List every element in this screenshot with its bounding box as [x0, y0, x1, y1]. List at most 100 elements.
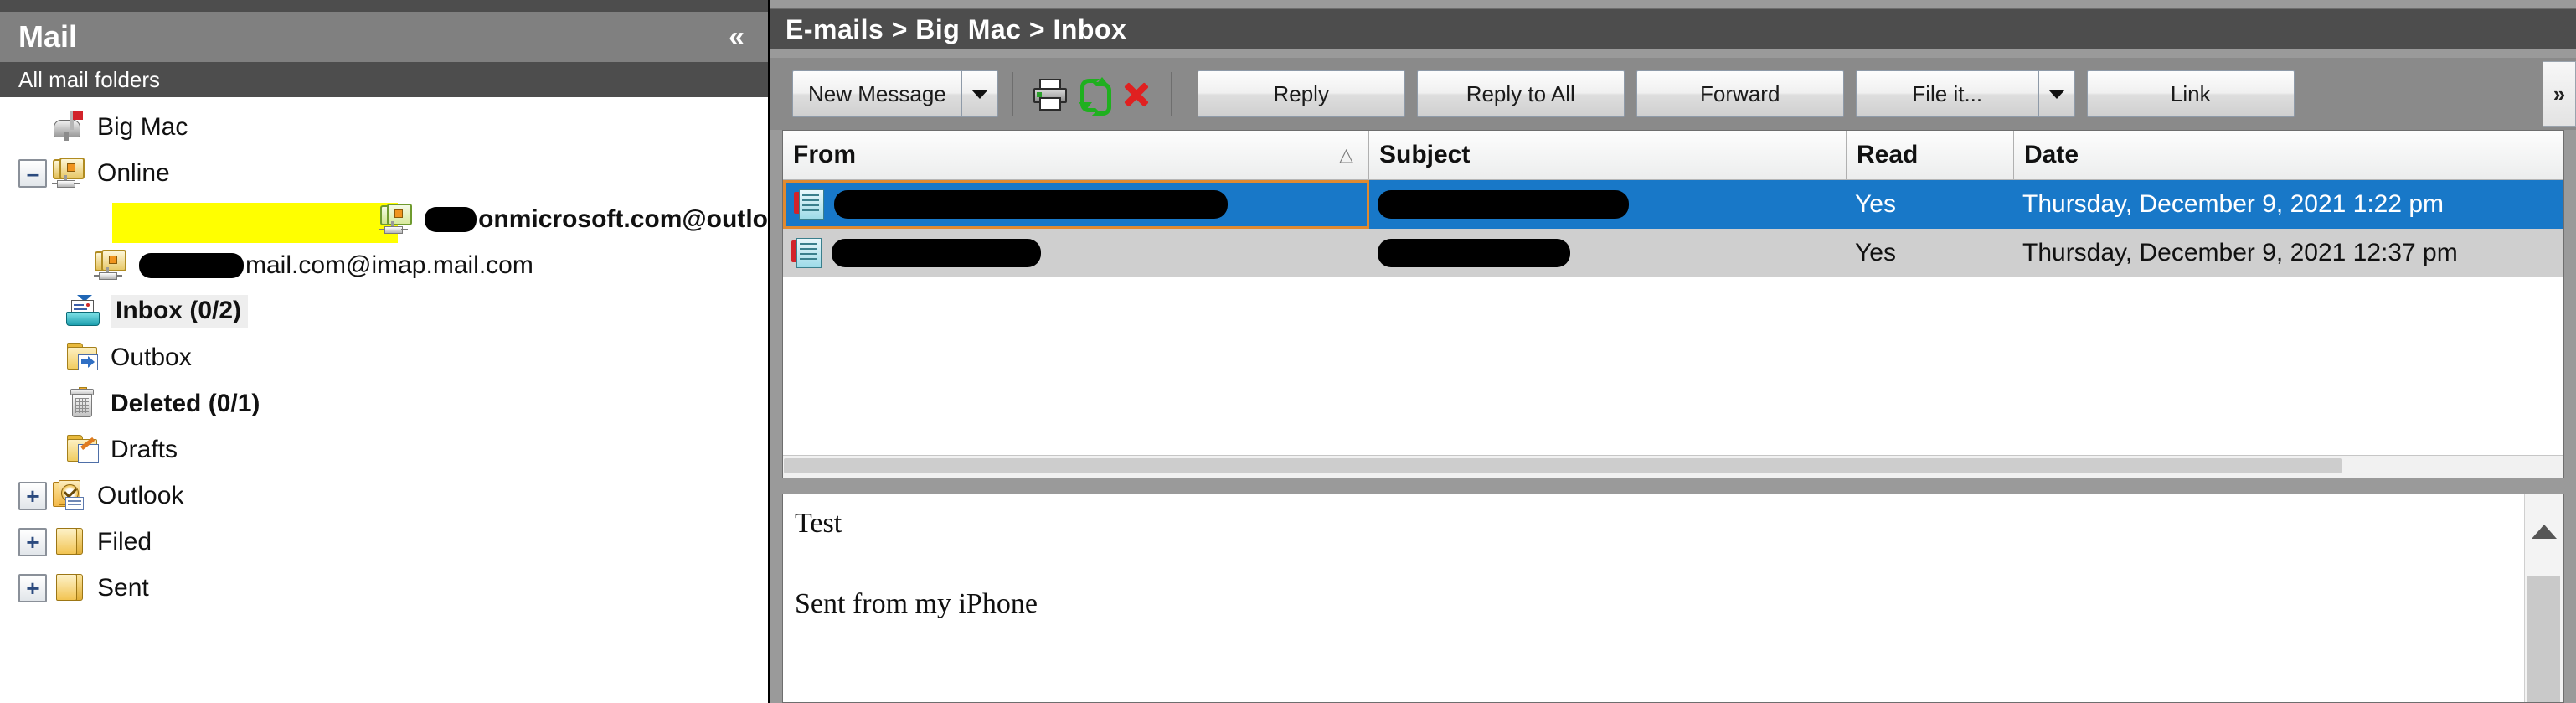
new-message-dropdown-button[interactable]	[961, 70, 998, 117]
list-preview-splitter[interactable]	[770, 478, 2576, 494]
tree-item-label: Drafts	[111, 435, 178, 463]
message-preview-pane: Test Sent from my iPhone	[782, 494, 2564, 703]
tree-item-inbox[interactable]: Inbox (0/2)	[0, 288, 768, 334]
reply-button[interactable]: Reply	[1197, 70, 1405, 117]
toolbar-overflow-button[interactable]: »	[2543, 61, 2576, 127]
preview-line-2: Sent from my iPhone	[795, 588, 1038, 619]
twisty-expand-icon[interactable]: +	[18, 481, 47, 510]
tree-item-filed[interactable]: + Filed	[0, 519, 768, 565]
outlook-icon	[52, 479, 89, 513]
trash-icon	[65, 386, 102, 421]
link-button[interactable]: Link	[2086, 70, 2295, 117]
redacted-account-name	[139, 252, 244, 278]
all-mail-folders-header: All mail folders	[0, 62, 768, 97]
redacted-sender	[832, 239, 1041, 267]
server-icon-green	[379, 203, 416, 236]
cell-from	[783, 180, 1369, 229]
plain-folder-icon	[52, 525, 89, 559]
message-list-header: From △ Subject Read Date	[783, 131, 2563, 180]
tree-item-account-onmicrosoft[interactable]: onmicrosoft.com@outlo	[0, 196, 768, 243]
message-list-horizontal-scrollbar[interactable]	[783, 455, 2563, 478]
forward-button[interactable]: Forward	[1636, 70, 1844, 117]
twisty-placeholder	[18, 113, 47, 142]
tree-item-online[interactable]: – Online	[0, 150, 768, 196]
inbox-icon	[65, 294, 102, 328]
twisty-collapse-icon[interactable]: –	[18, 158, 47, 188]
cell-subject	[1369, 180, 1847, 229]
drafts-folder-icon	[65, 433, 102, 467]
twisty-expand-icon[interactable]: +	[18, 573, 47, 602]
scrollbar-thumb[interactable]	[784, 458, 2342, 473]
tree-item-label: Sent	[97, 573, 149, 602]
tree-item-big-mac[interactable]: Big Mac	[0, 104, 768, 150]
new-message-button[interactable]: New Message	[792, 70, 961, 117]
mailbox-icon	[52, 111, 89, 144]
column-header-date[interactable]: Date	[2014, 131, 2563, 179]
tree-item-deleted[interactable]: Deleted (0/1)	[0, 380, 768, 426]
outbox-folder-icon	[65, 341, 102, 375]
cell-read: Yes	[1855, 190, 1896, 218]
column-header-subject[interactable]: Subject	[1369, 131, 1847, 179]
yellow-highlight-marker	[112, 202, 399, 243]
message-preview-body: Test Sent from my iPhone	[783, 494, 2524, 702]
preview-line-1: Test	[795, 508, 842, 539]
mail-navigator-panel: Mail « All mail folders Big Mac – Online…	[0, 0, 770, 703]
cell-read: Yes	[1855, 239, 1896, 266]
sync-arrows-icon	[1075, 77, 1111, 116]
printer-icon	[1032, 79, 1067, 111]
chevron-double-left-icon[interactable]: «	[724, 23, 750, 51]
tree-item-label: Filed	[97, 527, 152, 556]
left-panel-top-strip	[0, 0, 768, 12]
caret-down-icon	[2048, 89, 2065, 99]
cell-subject	[1369, 229, 1847, 277]
caret-down-icon	[971, 89, 988, 99]
scrollbar-thumb[interactable]	[2527, 576, 2560, 702]
message-list: From △ Subject Read Date Yes Thursday, D…	[782, 130, 2564, 478]
tree-item-label: mail.com@imap.mail.com	[245, 251, 533, 279]
reply-all-button[interactable]: Reply to All	[1416, 70, 1625, 117]
tree-item-drafts[interactable]: Drafts	[0, 426, 768, 473]
cell-date: Thursday, December 9, 2021 1:22 pm	[2022, 190, 2445, 218]
column-header-from[interactable]: From △	[783, 131, 1369, 179]
file-it-dropdown-button[interactable]	[2038, 70, 2075, 117]
message-flagged-icon	[791, 236, 823, 270]
all-mail-folders-label: All mail folders	[18, 67, 161, 92]
preview-vertical-scrollbar[interactable]	[2524, 494, 2563, 702]
tree-item-label: onmicrosoft.com@outlo	[478, 204, 768, 233]
tree-item-label: Deleted (0/1)	[111, 389, 260, 417]
file-it-button[interactable]: File it...	[1855, 70, 2038, 117]
tree-item-account-imap[interactable]: mail.com@imap.mail.com	[0, 242, 768, 288]
sync-button[interactable]	[1070, 70, 1114, 117]
redacted-account-name	[425, 206, 477, 232]
red-x-icon	[1119, 77, 1152, 111]
column-header-read[interactable]: Read	[1847, 131, 2014, 179]
right-panel-top-strip	[770, 0, 2576, 9]
tree-item-label: Big Mac	[97, 112, 188, 141]
table-row[interactable]: Yes Thursday, December 9, 2021 12:37 pm	[783, 229, 2563, 277]
server-icon	[94, 249, 131, 282]
tree-item-outlook[interactable]: + Outlook	[0, 473, 768, 519]
tree-item-label: Outbox	[111, 343, 192, 371]
message-list-rows: Yes Thursday, December 9, 2021 1:22 pm Y…	[783, 180, 2563, 455]
sort-ascending-icon: △	[1339, 144, 1353, 165]
plain-folder-icon	[52, 571, 89, 605]
mail-panel-titlebar: Mail «	[0, 12, 768, 62]
print-button[interactable]	[1027, 70, 1070, 117]
mail-application-window: Mail « All mail folders Big Mac – Online…	[0, 0, 2576, 703]
message-list-container: From △ Subject Read Date Yes Thursday, D…	[770, 130, 2576, 478]
twisty-expand-icon[interactable]: +	[18, 527, 47, 556]
cell-from	[783, 229, 1369, 277]
toolbar-separator	[1170, 72, 1172, 116]
tree-item-label: Inbox (0/2)	[111, 295, 249, 328]
toolbar-separator	[1011, 72, 1013, 116]
tree-item-sent[interactable]: + Sent	[0, 565, 768, 611]
breadcrumb-text: E-mails > Big Mac > Inbox	[786, 14, 1127, 44]
mail-content-panel: E-mails > Big Mac > Inbox New Message Re…	[770, 0, 2576, 703]
scroll-up-arrow-icon[interactable]	[2532, 525, 2557, 539]
tree-item-outbox[interactable]: Outbox	[0, 334, 768, 380]
table-row[interactable]: Yes Thursday, December 9, 2021 1:22 pm	[783, 180, 2563, 229]
server-icon	[52, 157, 89, 190]
breadcrumb: E-mails > Big Mac > Inbox	[770, 9, 2576, 49]
delete-button[interactable]	[1114, 70, 1157, 117]
mail-panel-title: Mail	[18, 19, 78, 54]
